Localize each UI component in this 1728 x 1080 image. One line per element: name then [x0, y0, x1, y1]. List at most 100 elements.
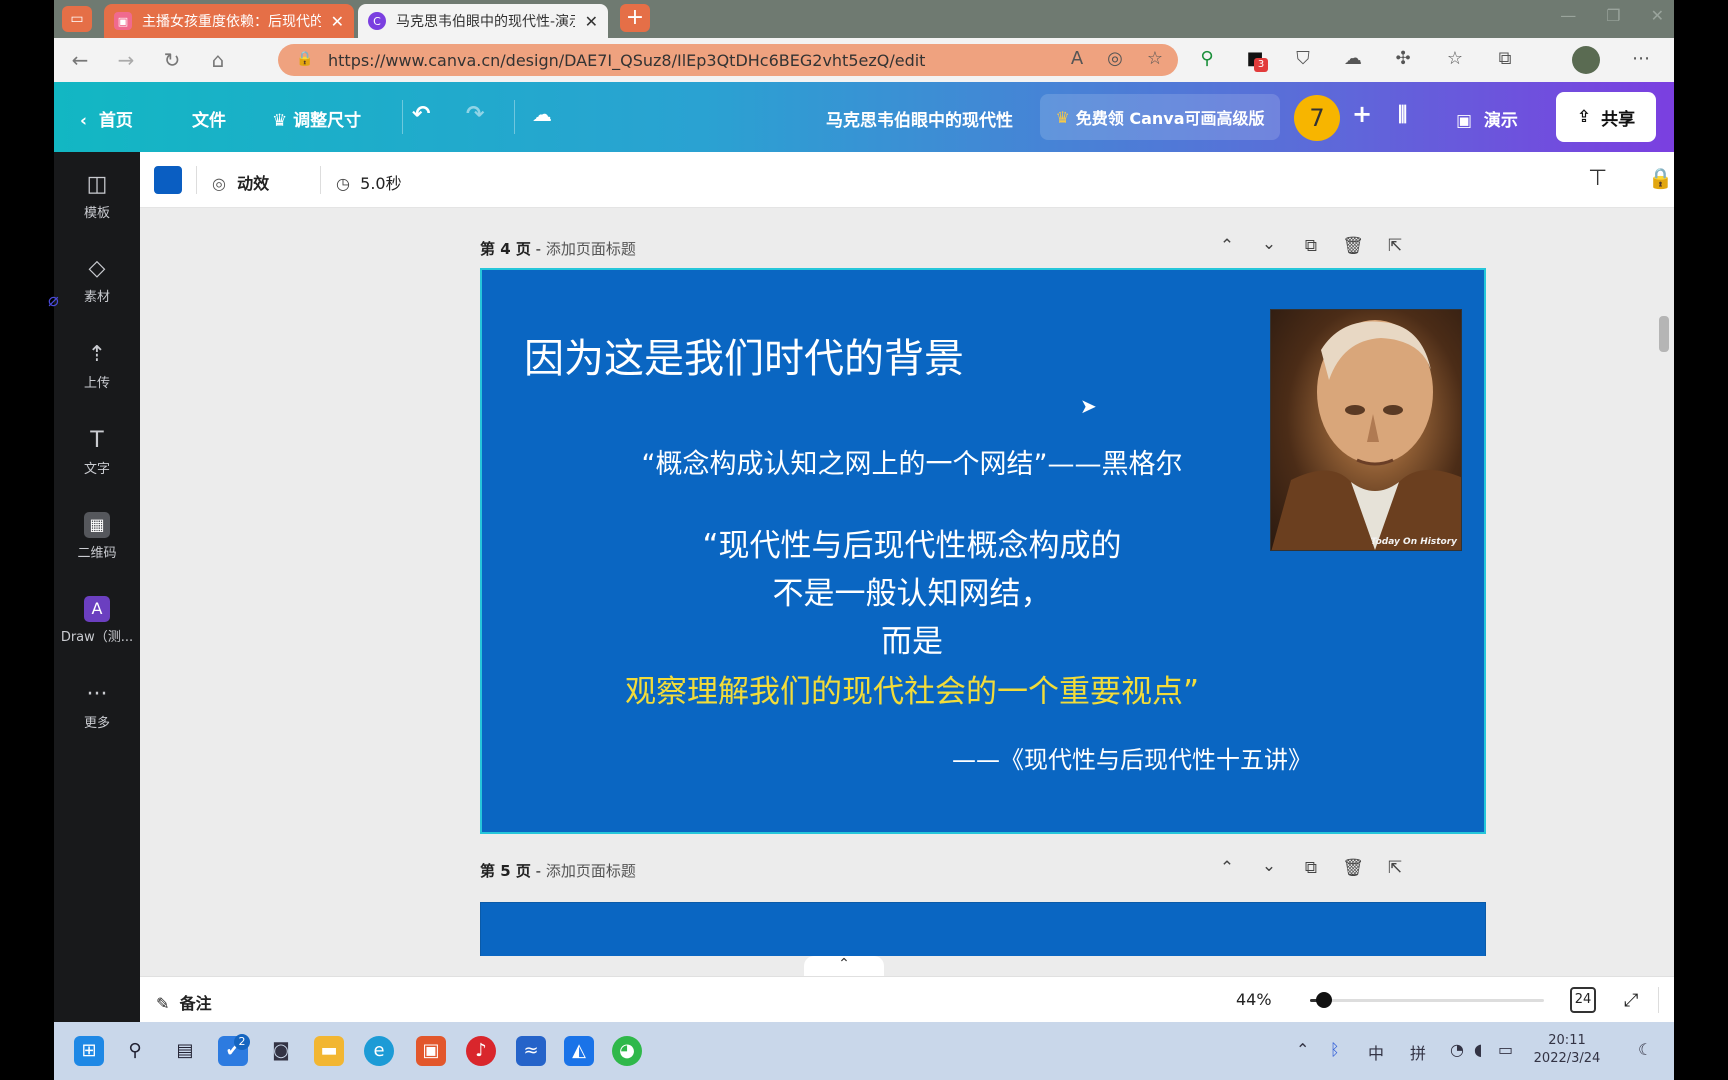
collections-icon[interactable]: ⧉ [1492, 46, 1518, 72]
page-title-input[interactable]: 添加页面标题 [546, 240, 636, 258]
cloud-extension-icon[interactable]: ☁ [1340, 46, 1366, 72]
netease-music-icon[interactable]: ♪ [466, 1036, 496, 1066]
delete-page-icon[interactable]: 🗑 [1342, 858, 1364, 878]
home-icon[interactable]: ⌂ [206, 48, 230, 72]
extension-key-icon[interactable]: ⚲ [1194, 46, 1220, 72]
move-page-down-icon[interactable]: ⌄ [1258, 234, 1280, 254]
ime-language[interactable]: 中 [1368, 1040, 1384, 1064]
app-icon-orange[interactable]: ▣ [416, 1036, 446, 1066]
extensions-puzzle-icon[interactable]: ✣ [1390, 46, 1416, 72]
search-icon[interactable]: ⚲ [120, 1036, 150, 1066]
bluetooth-icon[interactable]: ᛒ [1330, 1040, 1340, 1059]
sidebar-item-elements[interactable]: ◇ 素材 [54, 252, 140, 322]
add-collaborator-button[interactable]: + [1352, 100, 1372, 128]
share-button[interactable]: ⇪ 共享 [1556, 92, 1656, 142]
insights-icon[interactable]: ⫼ [1398, 102, 1407, 126]
home-button[interactable]: ‹ 首页 [80, 106, 133, 131]
quote-highlight[interactable]: 观察理解我们的现代社会的一个重要视点” [482, 668, 1342, 716]
sidebar-item-upload[interactable]: ⇡ 上传 [54, 338, 140, 408]
premium-promo-button[interactable]: ♛ 免费领 Canva可画高级版 [1040, 94, 1280, 140]
lock-icon[interactable]: 🔒 [1648, 166, 1673, 190]
animate-button[interactable]: ◎ 动效 [212, 170, 269, 194]
undo-icon[interactable]: ↶ [412, 102, 430, 127]
page-title-input[interactable]: 添加页面标题 [546, 862, 636, 880]
file-explorer-icon[interactable]: ▬ [314, 1036, 344, 1066]
app-icon-lark[interactable]: ◭ [564, 1036, 594, 1066]
add-page-icon[interactable]: ⇱ [1384, 858, 1406, 878]
user-avatar[interactable]: 7 [1294, 95, 1340, 141]
sidebar-item-templates[interactable]: ◫ 模板 [54, 168, 140, 238]
zoom-slider[interactable] [1310, 999, 1544, 1002]
restore-icon[interactable]: ❐ [1606, 6, 1620, 25]
close-tab-icon[interactable]: ✕ [331, 12, 344, 31]
close-window-icon[interactable]: ✕ [1651, 6, 1664, 25]
slide-title[interactable]: 因为这是我们时代的背景 [524, 326, 964, 384]
expand-pages-icon[interactable]: ⌃ [804, 956, 884, 976]
hegel-quote[interactable]: “概念构成认知之网上的一个网结”——黑格尔 [482, 442, 1342, 481]
zoom-slider-handle[interactable] [1316, 992, 1333, 1008]
edge-browser-icon[interactable]: e [364, 1036, 394, 1066]
back-icon[interactable]: ← [68, 48, 92, 72]
tracking-prevention-icon[interactable]: ◎ [1102, 46, 1128, 72]
ime-mode[interactable]: 拼 [1410, 1040, 1426, 1064]
sidebar-item-qr-code[interactable]: ▦ 二维码 [54, 508, 140, 578]
browser-tab-2[interactable]: C 马克思韦伯眼中的现代性-演示文 ✕ [358, 4, 608, 38]
add-page-icon[interactable]: ⇱ [1384, 236, 1406, 256]
duplicate-page-icon[interactable]: ⧉ [1300, 236, 1322, 256]
quote-line-3[interactable]: 而是 [482, 618, 1342, 666]
cloud-saved-icon[interactable]: ☁ [532, 102, 552, 126]
move-page-up-icon[interactable]: ⌃ [1216, 858, 1238, 878]
sidebar-item-draw[interactable]: A Draw（测... [54, 592, 140, 662]
camera-icon[interactable]: ◙ [266, 1036, 296, 1066]
sidebar-item-text[interactable]: T 文字 [54, 424, 140, 494]
resize-button[interactable]: ♛ 调整尺寸 [272, 106, 361, 131]
forward-icon[interactable]: → [114, 48, 138, 72]
wechat-icon[interactable]: ◕ [612, 1036, 642, 1066]
slide-page-4[interactable]: 因为这是我们时代的背景 “概念构成认知之网上的一个网结”——黑格尔 “现代性与后… [480, 268, 1486, 834]
quote-line-1[interactable]: “现代性与后现代性概念构成的 [482, 522, 1342, 570]
format-painter-icon[interactable]: ⊤ [1588, 166, 1607, 191]
duration-button[interactable]: ◷ 5.0秒 [336, 170, 402, 194]
app-icon-blue[interactable]: ≈ [516, 1036, 546, 1066]
close-tab-icon[interactable]: ✕ [585, 12, 598, 31]
horizontal-scrollbar[interactable]: ⌃ [140, 956, 1654, 976]
browser-tab-1[interactable]: ▣ 主播女孩重度依赖：后现代的精 ✕ [104, 4, 354, 38]
profile-avatar[interactable] [1572, 46, 1600, 74]
slide-page-5[interactable] [480, 902, 1486, 962]
duplicate-page-icon[interactable]: ⧉ [1300, 858, 1322, 878]
zoom-level[interactable]: 44% [1236, 990, 1272, 1009]
refresh-icon[interactable]: ↻ [160, 48, 184, 72]
hegel-portrait[interactable]: Today On History [1270, 309, 1462, 551]
read-aloud-icon[interactable]: A [1064, 46, 1090, 72]
file-menu[interactable]: 文件 [192, 106, 226, 131]
book-source[interactable]: ——《现代性与后现代性十五讲》 [902, 740, 1362, 775]
notes-button[interactable]: ✎ 备注 [156, 990, 212, 1014]
more-menu-icon[interactable]: ⋯ [1628, 46, 1654, 72]
move-page-down-icon[interactable]: ⌄ [1258, 856, 1280, 876]
delete-page-icon[interactable]: 🗑 [1342, 236, 1364, 256]
redo-icon[interactable]: ↷ [466, 102, 484, 127]
wifi-icon[interactable]: ◔ [1450, 1040, 1464, 1059]
move-page-up-icon[interactable]: ⌃ [1216, 236, 1238, 256]
task-view-icon[interactable]: ▤ [170, 1036, 200, 1066]
quote-line-2[interactable]: 不是一般认知网结， [482, 570, 1342, 618]
start-icon[interactable]: ⊞ [74, 1036, 104, 1066]
battery-icon[interactable]: ▭ [1498, 1040, 1513, 1059]
minimize-icon[interactable]: — [1560, 6, 1576, 25]
tab-actions-icon[interactable]: ▭ [62, 6, 92, 32]
volume-icon[interactable]: ◖ [1474, 1040, 1482, 1059]
url-field[interactable]: 🔒 https://www.canva.cn/design/DAE7I_QSuz… [278, 44, 1178, 76]
present-button[interactable]: ▣ 演示 [1456, 106, 1518, 131]
sidebar-item-more[interactable]: ··· 更多 [54, 678, 140, 748]
document-title[interactable]: 马克思韦伯眼中的现代性 [826, 106, 1013, 131]
system-clock[interactable]: 20:11 2022/3/24 [1522, 1032, 1612, 1068]
favorites-icon[interactable]: ☆ [1442, 46, 1468, 72]
focus-assist-icon[interactable]: ☾ [1638, 1040, 1652, 1059]
new-tab-button[interactable]: + [620, 4, 650, 32]
fullscreen-icon[interactable]: ⤢ [1624, 990, 1638, 1011]
background-color-swatch[interactable] [154, 166, 182, 194]
shield-extension-icon[interactable]: ⛉ [1290, 46, 1316, 72]
page-grid-button[interactable]: 24 [1570, 987, 1596, 1013]
vertical-scroll-thumb[interactable] [1659, 316, 1669, 352]
favorite-add-icon[interactable]: ☆ [1142, 46, 1168, 72]
